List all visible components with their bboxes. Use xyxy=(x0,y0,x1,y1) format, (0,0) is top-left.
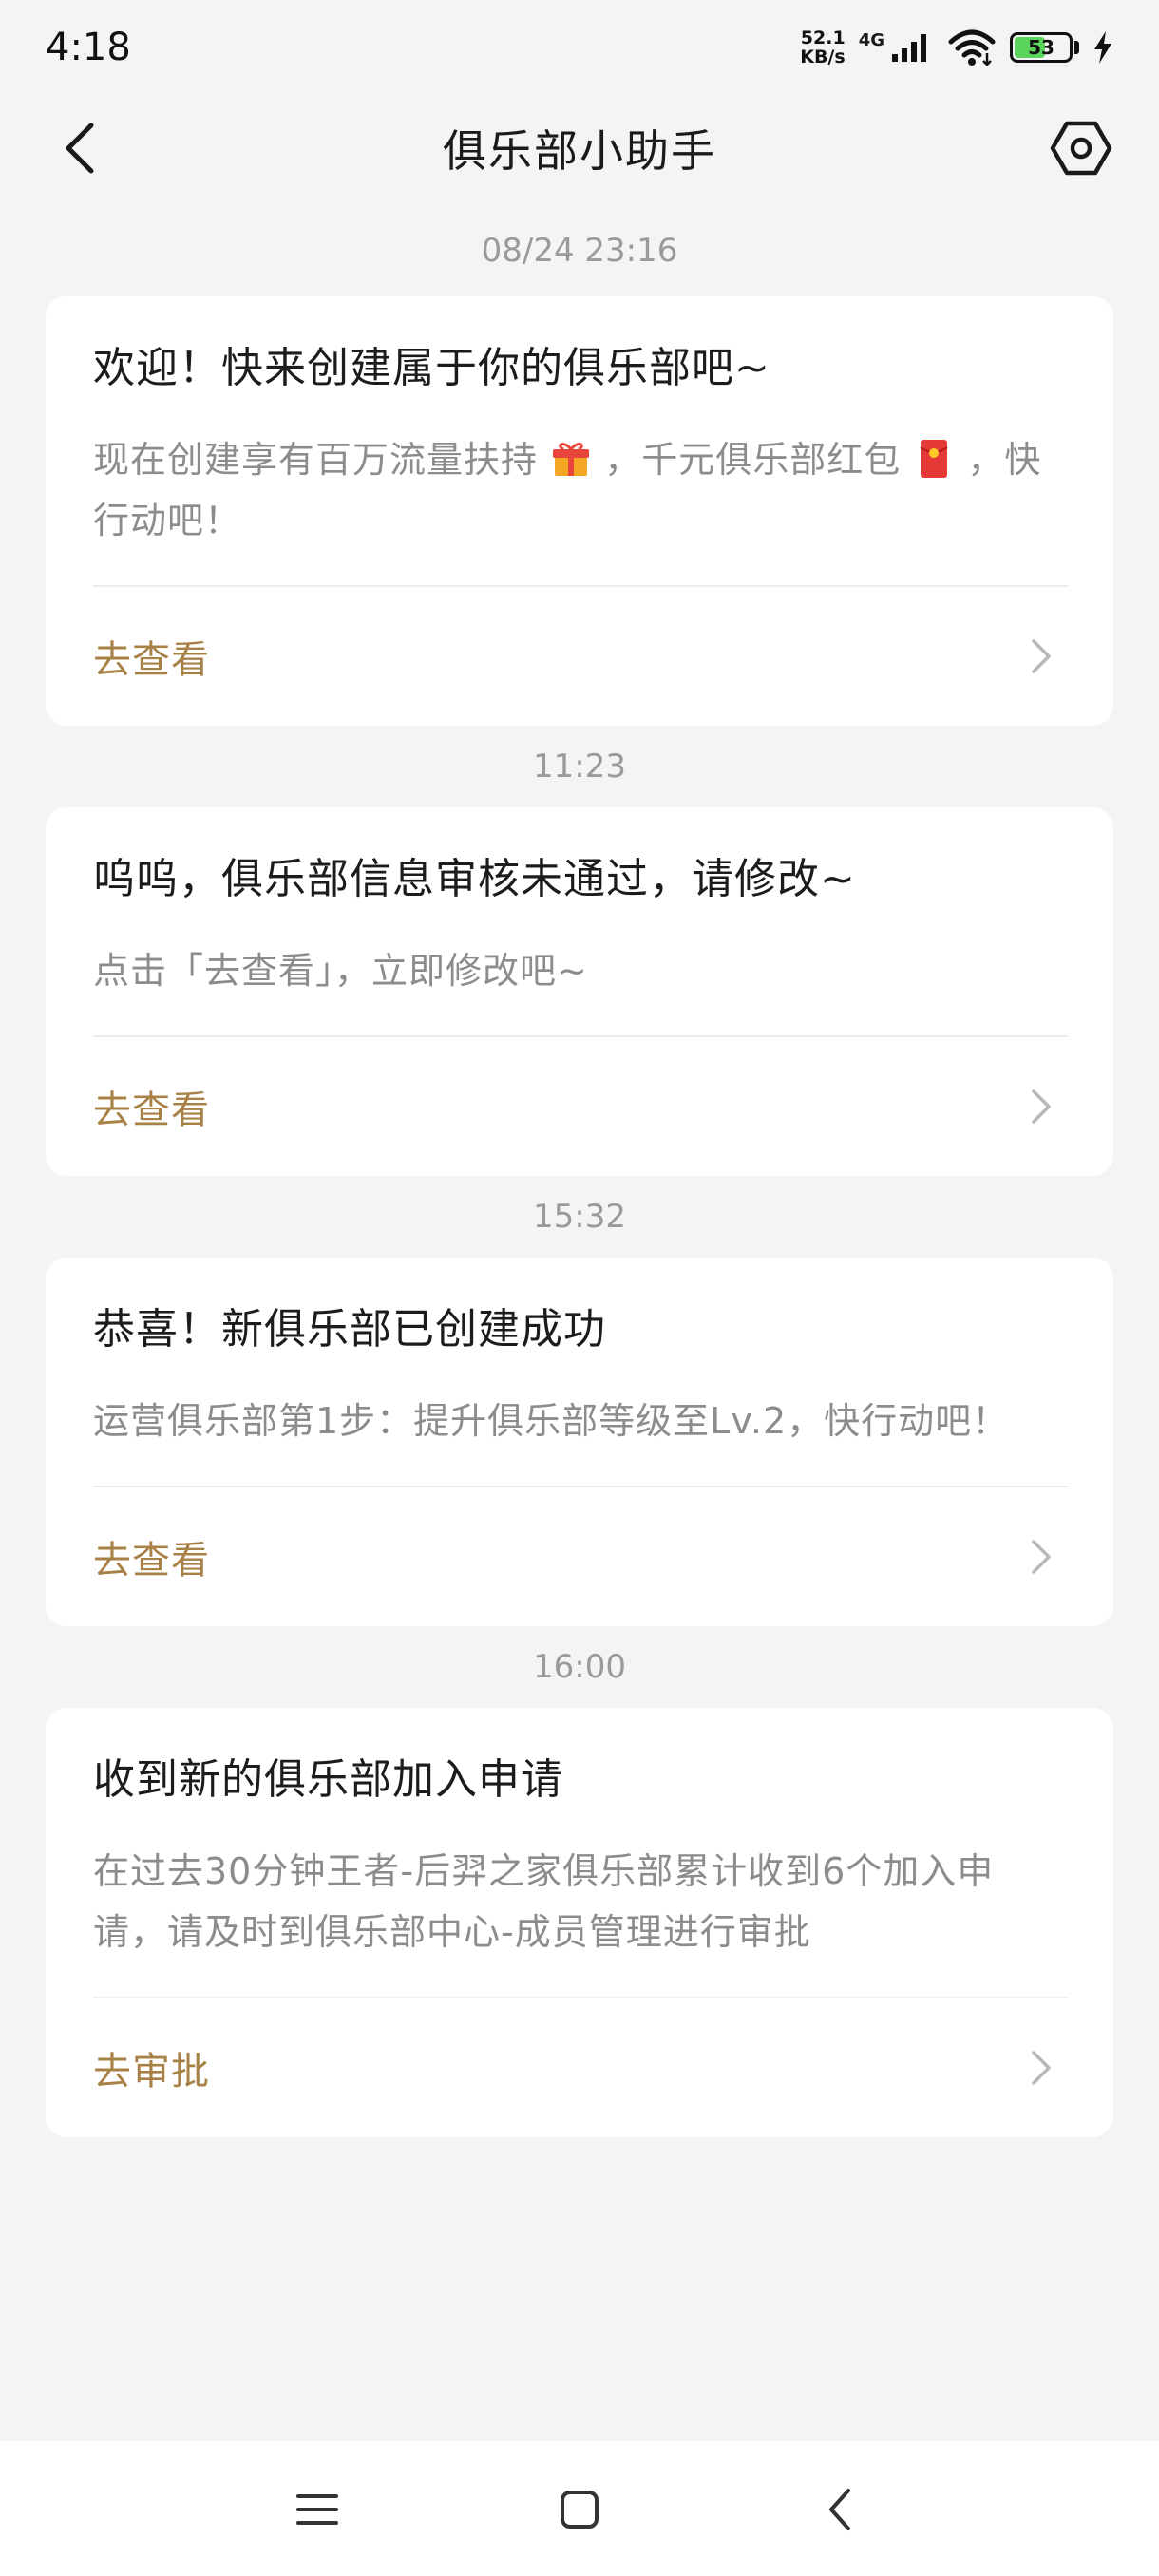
gift-emoji-icon xyxy=(553,443,590,476)
wifi-icon xyxy=(948,29,996,66)
message-title: 收到新的俱乐部加入申请 xyxy=(93,1755,563,1804)
message-title: 欢迎！快来创建属于你的俱乐部吧~ xyxy=(93,344,770,392)
message-timestamp: 08/24 23:16 xyxy=(481,232,678,270)
message-card-join-request: 收到新的俱乐部加入申请 在过去30分钟王者-后羿之家俱乐部累计收到6个加入申请，… xyxy=(46,1708,1113,2137)
battery-level: 53 xyxy=(1028,36,1054,59)
message-timestamp: 11:23 xyxy=(533,748,626,786)
menu-icon xyxy=(296,2494,338,2525)
network-type: 4G xyxy=(858,30,884,50)
action-label: 去查看 xyxy=(93,1539,210,1582)
nav-menu-button[interactable] xyxy=(287,2479,348,2540)
action-label: 去审批 xyxy=(93,2050,210,2093)
action-label: 去查看 xyxy=(93,1089,210,1132)
message-timestamp: 16:00 xyxy=(533,1648,626,1686)
message-body: 运营俱乐部第1步：提升俱乐部等级至Lv.2，快行动吧！ xyxy=(93,1400,1010,1442)
message-card-review-failed: 呜呜，俱乐部信息审核未通过，请修改~ 点击「去查看」，立即修改吧~ 去查看 xyxy=(46,807,1113,1176)
chevron-right-icon xyxy=(1022,2049,1060,2087)
nav-back-button[interactable] xyxy=(809,2479,870,2540)
cell-signal-icon xyxy=(892,34,926,62)
battery-indicator: 53 xyxy=(1010,32,1073,63)
action-label: 去查看 xyxy=(93,638,210,682)
message-body: 现在创建享有百万流量扶持 ，千元俱乐部红包 ，快行动吧！ xyxy=(93,439,1042,541)
red-envelope-emoji-icon xyxy=(920,440,948,478)
system-nav-bar xyxy=(0,2441,1159,2576)
message-timestamp: 15:32 xyxy=(533,1198,626,1236)
approve-action-button[interactable]: 去审批 xyxy=(93,1998,1068,2137)
status-time: 4:18 xyxy=(46,26,131,69)
network-speed: 52.1 KB/s xyxy=(800,28,846,67)
view-action-button[interactable]: 去查看 xyxy=(93,587,1068,726)
message-card-created: 恭喜！新俱乐部已创建成功 运营俱乐部第1步：提升俱乐部等级至Lv.2，快行动吧！… xyxy=(46,1258,1113,1626)
nav-home-button[interactable] xyxy=(549,2479,610,2540)
view-action-button[interactable]: 去查看 xyxy=(93,1037,1068,1176)
view-action-button[interactable]: 去查看 xyxy=(93,1487,1068,1626)
message-title: 恭喜！新俱乐部已创建成功 xyxy=(93,1305,606,1354)
message-card-welcome: 欢迎！快来创建属于你的俱乐部吧~ 现在创建享有百万流量扶持 ，千元俱乐部红包 ，… xyxy=(46,296,1113,726)
status-bar: 4:18 52.1 KB/s 4G 53 xyxy=(0,0,1159,95)
charging-bolt-icon xyxy=(1094,31,1112,64)
status-icons: 52.1 KB/s 4G 53 xyxy=(800,28,1113,66)
battery-tip xyxy=(1074,41,1079,54)
chevron-right-icon xyxy=(1022,637,1060,675)
home-square-icon xyxy=(560,2491,598,2529)
nav-back-icon xyxy=(829,2489,850,2530)
message-body: 在过去30分钟王者-后羿之家俱乐部累计收到6个加入申请，请及时到俱乐部中心-成员… xyxy=(93,1850,995,1953)
message-body: 点击「去查看」，立即修改吧~ xyxy=(93,950,588,992)
chevron-right-icon xyxy=(1022,1538,1060,1576)
chevron-right-icon xyxy=(1022,1088,1060,1126)
message-title: 呜呜，俱乐部信息审核未通过，请修改~ xyxy=(93,855,856,903)
message-feed: 08/24 23:16 欢迎！快来创建属于你的俱乐部吧~ 现在创建享有百万流量扶… xyxy=(0,201,1159,2137)
